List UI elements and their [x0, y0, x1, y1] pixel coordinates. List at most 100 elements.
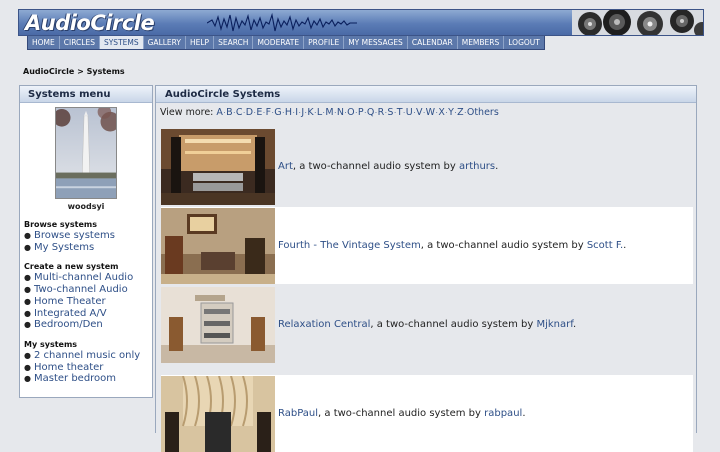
menu-link-2-channel-music[interactable]: ● 2 channel music only	[24, 350, 152, 362]
nav-circles[interactable]: CIRCLES	[60, 36, 100, 49]
nav-calendar[interactable]: CALENDAR	[408, 36, 458, 49]
site-logo[interactable]: AudioCircle	[25, 11, 155, 35]
system-desc-end: .	[522, 408, 526, 419]
menu-link-master-bedroom[interactable]: ● Master bedroom	[24, 373, 152, 385]
bullet-icon: ●	[24, 273, 31, 283]
section-title: My systems	[24, 339, 78, 349]
system-owner-link[interactable]: arthurs	[459, 161, 495, 172]
link-text[interactable]: Bedroom/Den	[34, 319, 103, 330]
system-thumbnail[interactable]	[161, 207, 275, 284]
letter-link-c[interactable]: C	[236, 107, 243, 118]
system-desc-text: , a two-channel audio system by	[292, 161, 459, 172]
systems-menu-title: Systems menu	[20, 86, 152, 103]
letter-link-w[interactable]: W	[426, 107, 435, 118]
menu-link-integrated-av[interactable]: ● Integrated A/V	[24, 308, 152, 320]
nav-help[interactable]: HELP	[186, 36, 215, 49]
nav-search[interactable]: SEARCH	[214, 36, 254, 49]
letter-link-z[interactable]: Z	[457, 107, 464, 118]
letter-link-h[interactable]: H	[285, 107, 292, 118]
system-desc-text: , a two-channel audio system by	[370, 319, 537, 330]
letter-link-v[interactable]: V	[416, 107, 423, 118]
bullet-icon: ●	[24, 350, 31, 360]
letter-link-y[interactable]: Y	[448, 107, 454, 118]
letter-link-x[interactable]: X	[438, 107, 445, 118]
link-text[interactable]: My Systems	[34, 242, 94, 253]
main-nav: HOME CIRCLES SYSTEMS GALLERY HELP SEARCH…	[27, 36, 545, 50]
nav-moderate[interactable]: MODERATE	[253, 36, 305, 49]
bullet-icon: ●	[24, 296, 31, 306]
letter-link-f[interactable]: F	[266, 107, 271, 118]
link-text[interactable]: Home theater	[34, 362, 103, 373]
system-row: Relaxation Central, a two-channel audio …	[161, 286, 693, 363]
create-system-section: Create a new system ● Multi-channel Audio…	[20, 262, 152, 331]
link-text[interactable]: Browse systems	[34, 230, 115, 241]
system-row: Fourth - The Vintage System, a two-chann…	[161, 207, 693, 284]
link-text[interactable]: Master bedroom	[34, 373, 116, 384]
letter-link-q[interactable]: Q	[367, 107, 374, 118]
user-photo[interactable]	[55, 107, 117, 199]
letter-link-r[interactable]: R	[378, 107, 385, 118]
bullet-icon: ●	[24, 242, 31, 252]
system-name-link[interactable]: Art	[278, 161, 293, 172]
nav-logout[interactable]: LOGOUT	[504, 36, 544, 49]
system-thumbnail[interactable]	[161, 375, 275, 452]
letter-link-d[interactable]: D	[246, 107, 253, 118]
nav-profile[interactable]: PROFILE	[304, 36, 345, 49]
menu-link-two-channel[interactable]: ● Two-channel Audio	[24, 284, 152, 296]
menu-link-home-theater[interactable]: ● Home Theater	[24, 296, 152, 308]
system-description: Relaxation Central, a two-channel audio …	[278, 319, 576, 330]
system-desc-text: , a two-channel audio system by	[318, 408, 485, 419]
user-name[interactable]: woodsyi	[20, 202, 152, 211]
letter-link-p[interactable]: P	[358, 107, 364, 118]
link-text[interactable]: 2 channel music only	[34, 350, 140, 361]
menu-link-browse-systems[interactable]: ● Browse systems	[24, 230, 152, 242]
letter-link-m[interactable]: M	[325, 107, 333, 118]
link-text[interactable]: Integrated A/V	[34, 308, 107, 319]
nav-systems[interactable]: SYSTEMS	[99, 36, 144, 49]
letter-link-others[interactable]: Others	[467, 107, 499, 118]
menu-link-home-theater-mine[interactable]: ● Home theater	[24, 362, 152, 374]
breadcrumb-root[interactable]: AudioCircle	[23, 67, 74, 76]
letter-link-u[interactable]: U	[406, 107, 413, 118]
letter-link-k[interactable]: K	[307, 107, 313, 118]
my-systems-section: My systems ● 2 channel music only ● Home t…	[20, 340, 152, 385]
letter-link-e[interactable]: E	[256, 107, 262, 118]
link-text[interactable]: Home Theater	[34, 296, 106, 307]
letter-link-l[interactable]: L	[317, 107, 322, 118]
system-owner-link[interactable]: rabpaul	[484, 408, 522, 419]
speakers-graphic	[572, 10, 703, 35]
letter-link-i[interactable]: I	[295, 107, 298, 118]
system-name-link[interactable]: Relaxation Central	[278, 319, 370, 330]
letter-link-o[interactable]: O	[347, 107, 354, 118]
system-name-link[interactable]: RabPaul	[278, 408, 318, 419]
link-text[interactable]: Two-channel Audio	[34, 284, 128, 295]
system-thumbnail[interactable]	[161, 286, 275, 363]
view-more-bar: View more: A·B·C·D·E·F·G·H·I·J·K·L·M·N·O…	[156, 103, 696, 118]
system-owner-link[interactable]: Scott F.	[587, 240, 623, 251]
nav-home[interactable]: HOME	[28, 36, 60, 49]
letter-link-j[interactable]: J	[301, 107, 304, 118]
letter-link-b[interactable]: B	[226, 107, 233, 118]
menu-link-bedroom-den[interactable]: ● Bedroom/Den	[24, 319, 152, 331]
system-description: Fourth - The Vintage System, a two-chann…	[278, 240, 626, 251]
letter-link-n[interactable]: N	[337, 107, 344, 118]
breadcrumb-current: Systems	[86, 67, 125, 76]
system-row: RabPaul, a two-channel audio system by r…	[161, 375, 693, 452]
letter-link-t[interactable]: T	[397, 107, 403, 118]
letter-link-g[interactable]: G	[274, 107, 281, 118]
menu-link-multi-channel[interactable]: ● Multi-channel Audio	[24, 272, 152, 284]
system-desc-end: .	[573, 319, 577, 330]
nav-my-messages[interactable]: MY MESSAGES	[344, 36, 408, 49]
letter-link-a[interactable]: A	[216, 107, 223, 118]
breadcrumb-separator: >	[74, 67, 87, 76]
system-row: Art, a two-channel audio system by arthu…	[161, 128, 693, 205]
system-name-link[interactable]: Fourth - The Vintage System	[278, 240, 421, 251]
system-thumbnail[interactable]	[161, 128, 275, 205]
system-owner-link[interactable]: Mjknarf	[536, 319, 573, 330]
link-text[interactable]: Multi-channel Audio	[34, 272, 133, 283]
view-more-label: View more:	[160, 107, 214, 118]
nav-members[interactable]: MEMBERS	[458, 36, 505, 49]
letter-link-s[interactable]: S	[387, 107, 393, 118]
menu-link-my-systems[interactable]: ● My Systems	[24, 242, 152, 254]
nav-gallery[interactable]: GALLERY	[144, 36, 186, 49]
